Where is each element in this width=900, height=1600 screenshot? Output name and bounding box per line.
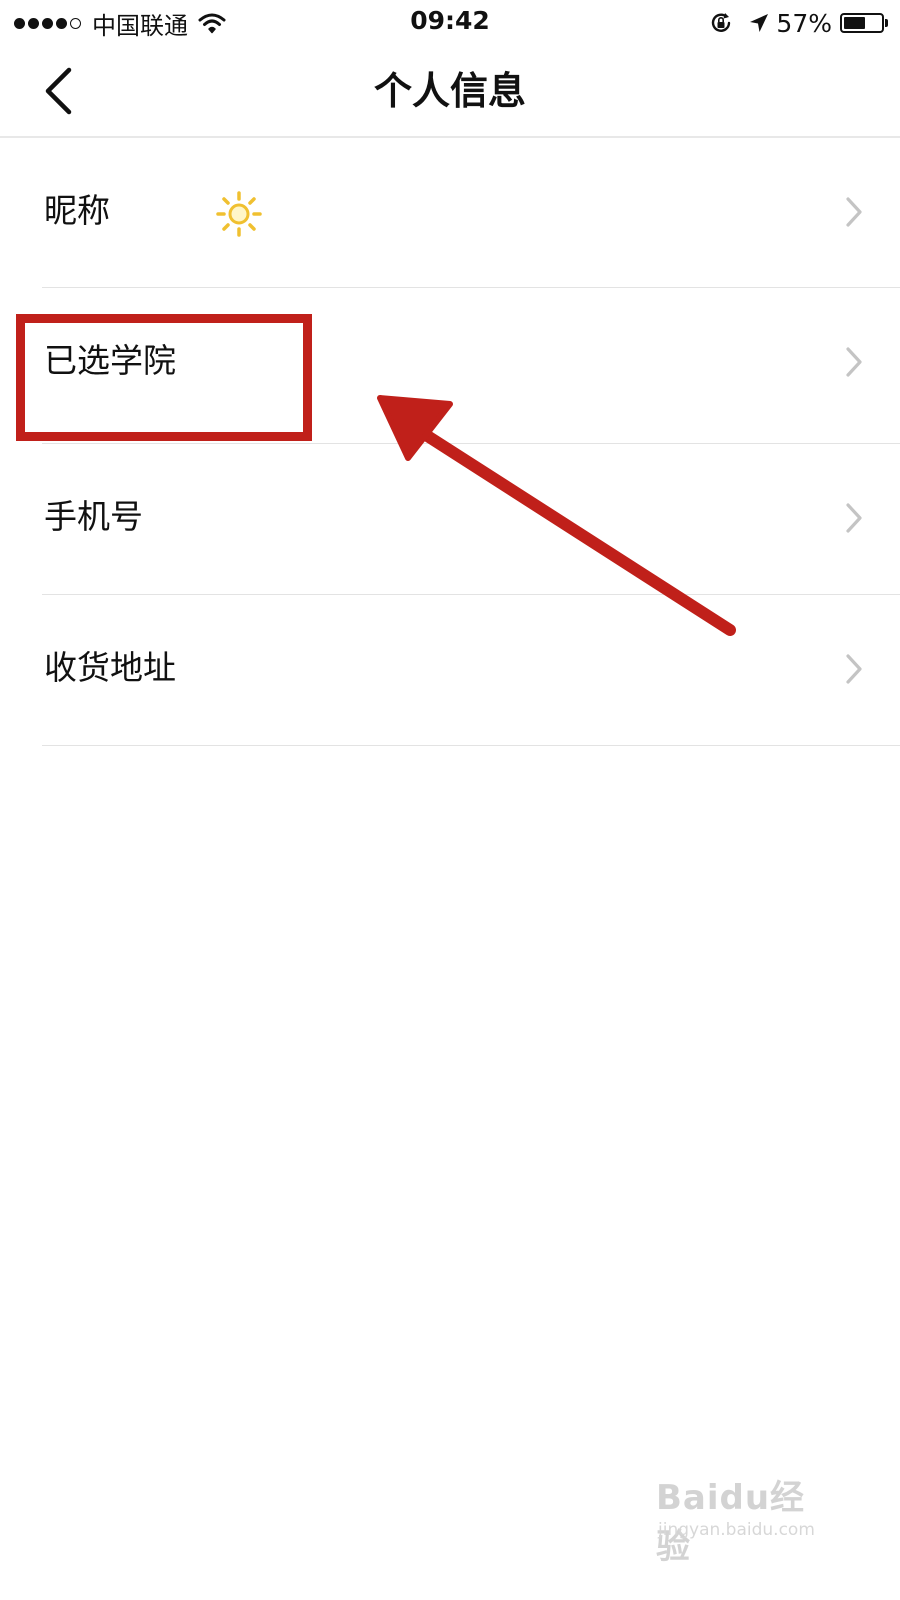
watermark-url: jingyan.baidu.com	[658, 1520, 815, 1540]
status-bar: 中国联通 09:42 57%	[0, 0, 900, 46]
row-label: 收货地址	[44, 648, 176, 687]
battery-fill	[844, 17, 865, 29]
chevron-right-icon	[846, 197, 862, 227]
nav-bar: 个人信息	[0, 46, 900, 138]
settings-list: 昵称 已选学院 手机号 收货地址	[0, 138, 900, 746]
watermark-brand: Baidu经验	[656, 1478, 806, 1567]
row-label: 已选学院	[44, 341, 176, 380]
chevron-right-icon	[846, 503, 862, 533]
row-divider	[42, 745, 900, 746]
status-right: 57%	[708, 6, 888, 40]
row-label: 手机号	[44, 497, 143, 536]
row-shipping-address[interactable]: 收货地址	[0, 595, 900, 746]
battery-body	[840, 13, 884, 33]
row-nickname[interactable]: 昵称	[0, 138, 900, 288]
row-label: 昵称	[44, 191, 110, 230]
battery-percent: 57%	[776, 8, 832, 38]
location-arrow-icon	[750, 14, 769, 32]
baidu-watermark: Baidu经验 jingyan.baidu.com	[656, 1470, 836, 1567]
sun-icon	[216, 191, 262, 237]
battery-icon	[840, 13, 888, 33]
chevron-right-icon	[846, 347, 862, 377]
battery-tip	[885, 19, 888, 27]
page-title: 个人信息	[373, 69, 526, 113]
row-phone[interactable]: 手机号	[0, 444, 900, 595]
chevron-right-icon	[846, 654, 862, 684]
rotation-lock-icon	[712, 13, 731, 32]
row-selected-college[interactable]: 已选学院	[0, 288, 900, 444]
